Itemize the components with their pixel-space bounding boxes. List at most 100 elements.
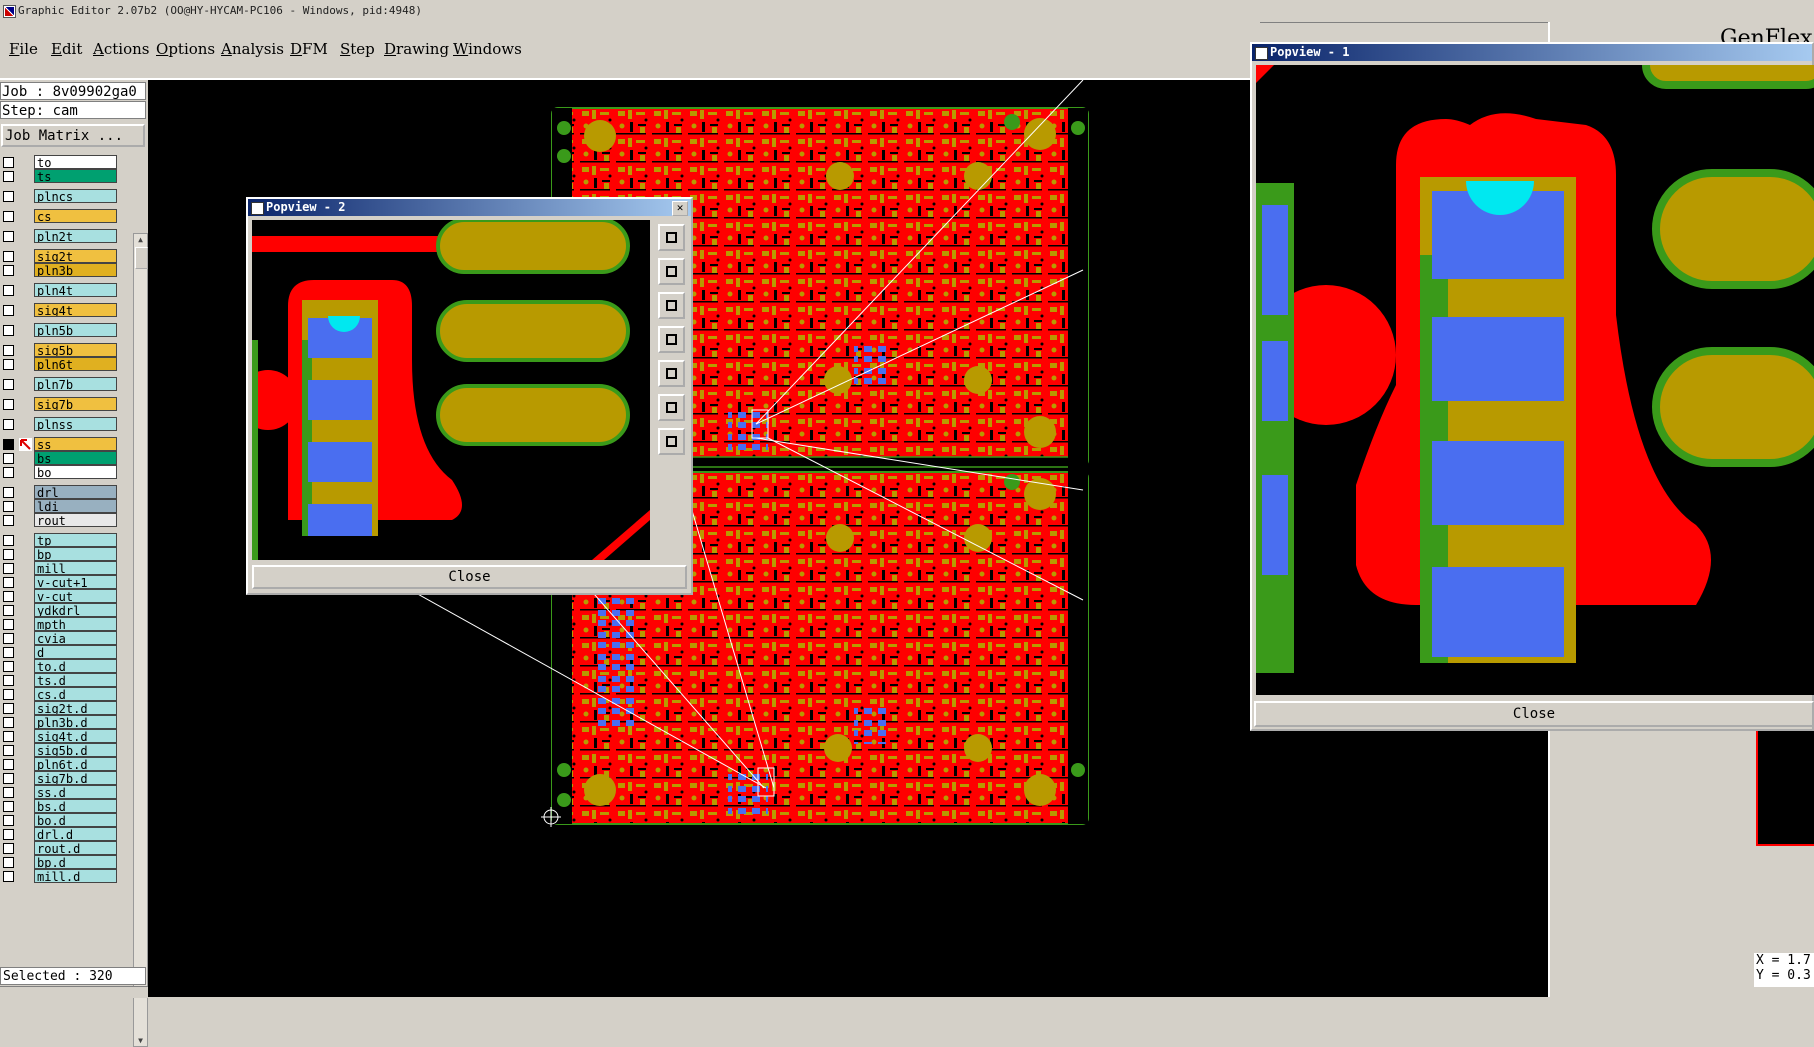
layer-checkbox[interactable] [3, 717, 14, 728]
layer-row-rout[interactable]: rout [0, 513, 118, 528]
layer-checkbox[interactable] [3, 419, 14, 430]
layer-checkbox[interactable] [3, 843, 14, 854]
layer-row-bp-d[interactable]: bp.d [0, 855, 118, 870]
layer-row-sig2t-d[interactable]: sig2t.d [0, 701, 118, 716]
layer-name[interactable]: rout.d [34, 841, 117, 855]
layer-name[interactable]: pln2t [34, 229, 117, 243]
layer-row-sig4t[interactable]: sig4t [0, 303, 118, 318]
layer-row-plnss[interactable]: plnss [0, 417, 118, 432]
layer-row-pln5b[interactable]: pln5b [0, 323, 118, 338]
layer-checkbox[interactable] [3, 661, 14, 672]
layer-checkbox[interactable] [3, 759, 14, 770]
layer-name[interactable]: sig2t.d [34, 701, 117, 715]
popview-1-canvas[interactable] [1256, 65, 1814, 695]
layer-checkbox[interactable] [3, 453, 14, 464]
scroll-up-icon[interactable]: ▲ [135, 234, 146, 245]
pan-left-icon[interactable] [658, 326, 685, 353]
layer-checkbox[interactable] [3, 439, 14, 450]
job-matrix-button[interactable]: Job Matrix ... [1, 124, 145, 147]
layer-name[interactable]: sig7b.d [34, 771, 117, 785]
scroll-thumb[interactable] [135, 247, 148, 269]
layer-name[interactable]: ts [34, 169, 117, 183]
layer-row-bs[interactable]: bs [0, 451, 118, 466]
layer-checkbox[interactable] [3, 379, 14, 390]
layer-checkbox[interactable] [3, 265, 14, 276]
layer-checkbox[interactable] [3, 549, 14, 560]
zoom-out-icon[interactable] [658, 428, 685, 455]
layer-row-pln3b-d[interactable]: pln3b.d [0, 715, 118, 730]
layer-row-ts[interactable]: ts [0, 169, 118, 184]
close-icon[interactable]: ✕ [672, 201, 688, 216]
layer-name[interactable]: pln6t [34, 357, 117, 371]
layer-name[interactable]: sig5b.d [34, 743, 117, 757]
layer-name[interactable]: pln3b.d [34, 715, 117, 729]
popview-2-titlebar[interactable]: Popview - 2 ✕ [248, 199, 691, 216]
layer-row-mpth[interactable]: mpth [0, 617, 118, 632]
layer-checkbox[interactable] [3, 731, 14, 742]
layer-row-v-cut-1[interactable]: v-cut+1 [0, 575, 118, 590]
layer-checkbox[interactable] [3, 619, 14, 630]
popview-2-canvas[interactable] [252, 220, 650, 560]
layer-row-ydkdrl[interactable]: ydkdrl [0, 603, 118, 618]
layer-checkbox[interactable] [3, 829, 14, 840]
layer-checkbox[interactable] [3, 815, 14, 826]
layer-row-sig5b[interactable]: sig5b [0, 343, 118, 358]
popview-1-titlebar[interactable]: Popview - 1 [1252, 44, 1812, 61]
layer-checkbox[interactable] [3, 801, 14, 812]
menu-actions[interactable]: Actions [93, 40, 149, 58]
layer-row-pln4t[interactable]: pln4t [0, 283, 118, 298]
layer-name[interactable]: bs [34, 451, 117, 465]
layer-row-rout-d[interactable]: rout.d [0, 841, 118, 856]
layer-row-bs-d[interactable]: bs.d [0, 799, 118, 814]
layer-name[interactable]: sig2t [34, 249, 117, 263]
layer-name[interactable]: ydkdrl [34, 603, 117, 617]
layer-name[interactable]: bs.d [34, 799, 117, 813]
layer-name[interactable]: ldi [34, 499, 117, 513]
layer-checkbox[interactable] [3, 563, 14, 574]
pan-up-icon[interactable] [658, 258, 685, 285]
layer-name[interactable]: plncs [34, 189, 117, 203]
layer-name[interactable]: mill.d [34, 869, 117, 883]
layer-name[interactable]: sig5b [34, 343, 117, 357]
layer-row-d[interactable]: d [0, 645, 118, 660]
menu-edit[interactable]: Edit [51, 40, 82, 58]
layer-checkbox[interactable] [3, 633, 14, 644]
layer-name[interactable]: bo [34, 465, 117, 479]
layer-name[interactable]: rout [34, 513, 117, 527]
layer-name[interactable]: ts.d [34, 673, 117, 687]
layer-checkbox[interactable] [3, 689, 14, 700]
layer-name[interactable]: cvia [34, 631, 117, 645]
layer-row-to[interactable]: to [0, 155, 118, 170]
zoom-in-icon[interactable] [658, 394, 685, 421]
layer-name[interactable]: cs.d [34, 687, 117, 701]
layer-row-sig4t-d[interactable]: sig4t.d [0, 729, 118, 744]
layer-name[interactable]: plnss [34, 417, 117, 431]
layer-name[interactable]: mill [34, 561, 117, 575]
layer-name[interactable]: pln4t [34, 283, 117, 297]
layer-checkbox[interactable] [3, 773, 14, 784]
layer-row-cvia[interactable]: cvia [0, 631, 118, 646]
layer-row-ss[interactable]: ss [0, 437, 118, 452]
layer-checkbox[interactable] [3, 501, 14, 512]
layer-row-sig7b[interactable]: sig7b [0, 397, 118, 412]
layer-checkbox[interactable] [3, 157, 14, 168]
layer-checkbox[interactable] [3, 703, 14, 714]
layer-row-sig5b-d[interactable]: sig5b.d [0, 743, 118, 758]
layer-checkbox[interactable] [3, 305, 14, 316]
layer-row-bo[interactable]: bo [0, 465, 118, 480]
popview-1-close-button[interactable]: Close [1254, 701, 1814, 727]
menu-windows[interactable]: Windows [453, 40, 522, 58]
layer-row-plncs[interactable]: plncs [0, 189, 118, 204]
zoom-fit-icon[interactable] [658, 224, 685, 251]
layer-name[interactable]: pln5b [34, 323, 117, 337]
layer-name[interactable]: mpth [34, 617, 117, 631]
layer-checkbox[interactable] [3, 467, 14, 478]
layer-row-pln2t[interactable]: pln2t [0, 229, 118, 244]
pan-down-icon[interactable] [658, 292, 685, 319]
layer-name[interactable]: bp [34, 547, 117, 561]
layer-checkbox[interactable] [3, 591, 14, 602]
layer-row-to-d[interactable]: to.d [0, 659, 118, 674]
layer-name[interactable]: sig4t [34, 303, 117, 317]
layer-checkbox[interactable] [3, 535, 14, 546]
layer-name[interactable]: tp [34, 533, 117, 547]
